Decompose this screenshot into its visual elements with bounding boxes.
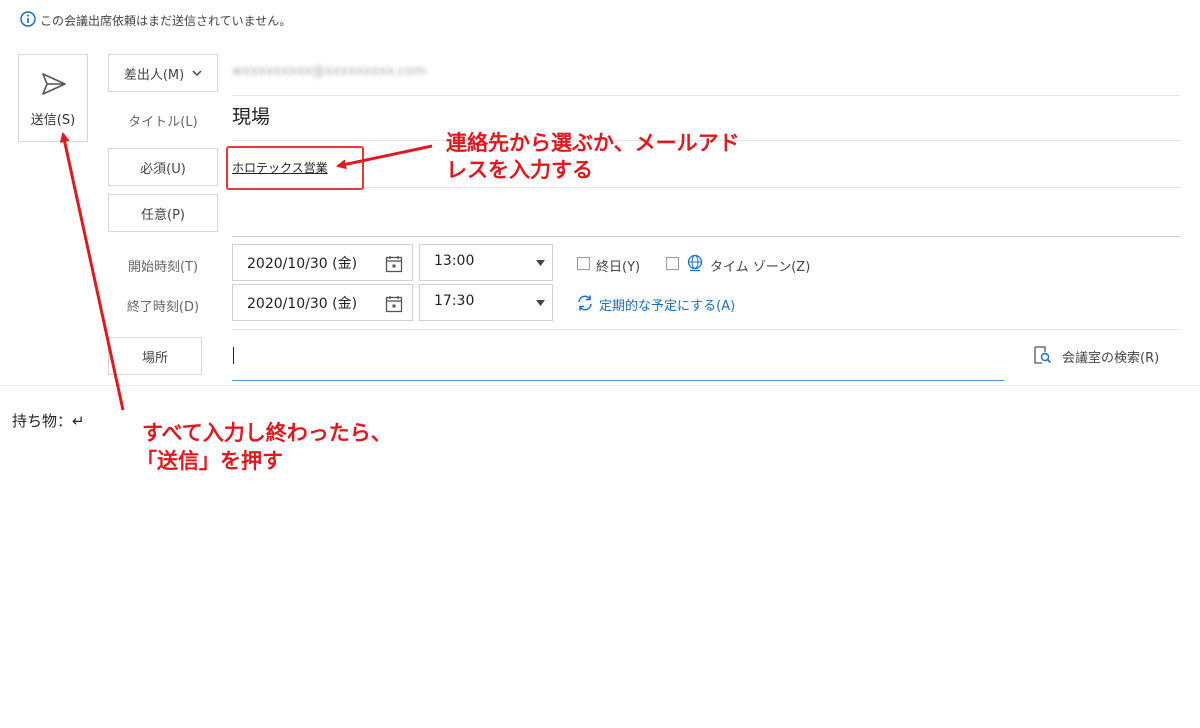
arrow-to-address xyxy=(336,144,433,170)
annotation-send-line1: すべて入力し終わったら、 xyxy=(142,421,392,445)
annotation-arrows xyxy=(59,132,433,411)
arrow-to-send xyxy=(59,132,125,411)
annotation-send-line2: 「送信」を押す xyxy=(136,449,283,473)
annotation-address-line2: レスを入力する xyxy=(446,158,593,182)
annotation-address-line1: 連絡先から選ぶか、メールアド xyxy=(446,131,740,155)
